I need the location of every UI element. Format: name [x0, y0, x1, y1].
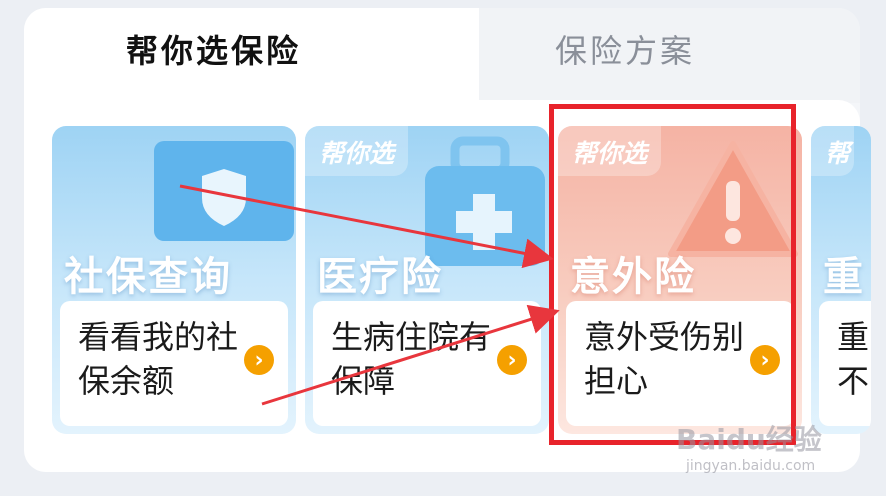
arrow-to-accident-title	[179, 184, 554, 269]
watermark-logo: Baidu经验	[676, 423, 822, 456]
arrow-to-accident-body	[261, 304, 560, 406]
watermark-url: jingyan.baidu.com	[686, 458, 816, 474]
